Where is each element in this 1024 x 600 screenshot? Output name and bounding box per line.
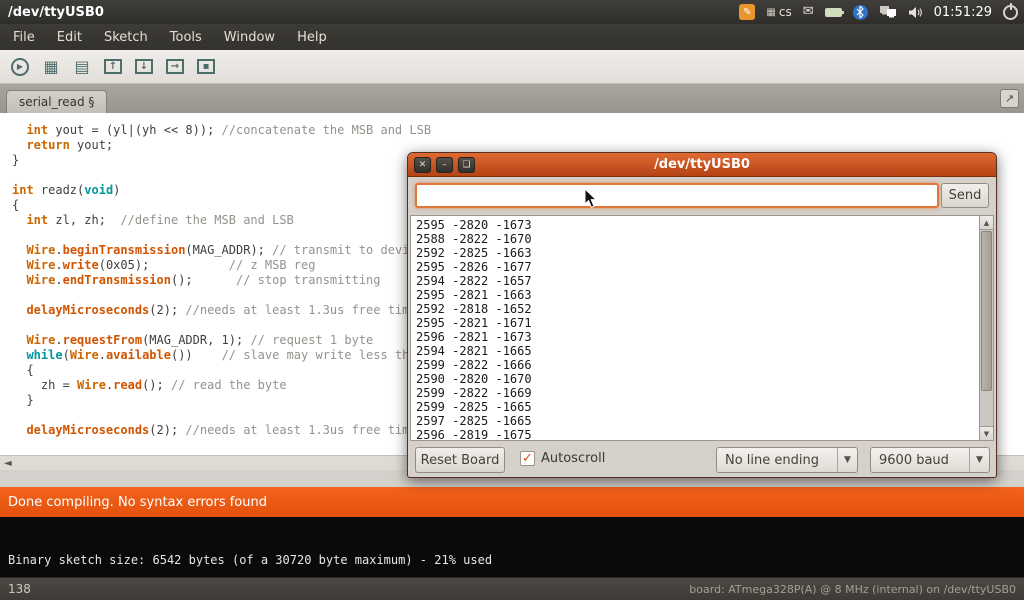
reset-board-button[interactable]: Reset Board bbox=[415, 447, 505, 473]
upload-icon: → bbox=[166, 59, 184, 74]
keyboard-layout-label: cs bbox=[779, 5, 792, 19]
stop-icon: ▦ bbox=[43, 59, 58, 75]
serial-controls: Reset Board ✓ Autoscroll No line ending … bbox=[408, 443, 996, 478]
scroll-down-icon[interactable]: ▼ bbox=[980, 426, 993, 440]
serial-line: 2599 -2825 -1665 bbox=[416, 400, 979, 414]
screen: /dev/ttyUSB0 ✎ ▦ cs ✉ 01:51:29 File Edit bbox=[0, 0, 1024, 600]
code-line: return yout; bbox=[12, 138, 1024, 153]
code-line: int yout = (yl|(yh << 8)); //concatenate… bbox=[12, 123, 1024, 138]
menu-sketch[interactable]: Sketch bbox=[95, 26, 157, 49]
line-ending-dropdown[interactable]: No line ending ▼ bbox=[716, 447, 858, 473]
stop-button[interactable]: ▦ bbox=[39, 55, 63, 79]
clock[interactable]: 01:51:29 bbox=[934, 5, 992, 20]
menu-file[interactable]: File bbox=[4, 26, 44, 49]
open-icon: ↑ bbox=[104, 59, 122, 74]
menu-tools[interactable]: Tools bbox=[161, 26, 211, 49]
minimize-button[interactable]: – bbox=[436, 157, 453, 173]
serial-send-input[interactable] bbox=[415, 183, 939, 208]
network-icon[interactable] bbox=[879, 5, 897, 19]
keyboard-indicator[interactable]: ▦ cs bbox=[766, 5, 791, 19]
new-file-icon: ▤ bbox=[74, 59, 89, 75]
serial-body: Send 2595 -2820 -16732588 -2822 -1670259… bbox=[408, 177, 996, 478]
autoscroll-label: Autoscroll bbox=[541, 451, 605, 466]
serial-line: 2596 -2821 -1673 bbox=[416, 330, 979, 344]
serial-monitor-icon: ▪ bbox=[197, 59, 215, 74]
line-ending-value: No line ending bbox=[717, 453, 837, 468]
autoscroll-control[interactable]: ✓ Autoscroll bbox=[520, 451, 605, 466]
serial-line: 2597 -2825 -1665 bbox=[416, 414, 979, 428]
scroll-thumb[interactable] bbox=[981, 231, 992, 391]
save-icon: ↓ bbox=[135, 59, 153, 74]
close-button[interactable]: ✕ bbox=[414, 157, 431, 173]
tab-serial-read[interactable]: serial_read § bbox=[6, 90, 107, 113]
console-output: Binary sketch size: 6542 bytes (of a 307… bbox=[0, 517, 1024, 567]
tab-bar: serial_read § ↗ bbox=[0, 84, 1024, 113]
baud-rate-value: 9600 baud bbox=[871, 453, 969, 468]
menu-window[interactable]: Window bbox=[215, 26, 284, 49]
menu-bar: File Edit Sketch Tools Window Help bbox=[0, 24, 1024, 50]
serial-line: 2592 -2818 -1652 bbox=[416, 302, 979, 316]
serial-output[interactable]: 2595 -2820 -16732588 -2822 -16702592 -28… bbox=[410, 215, 980, 441]
serial-line: 2596 -2819 -1675 bbox=[416, 428, 979, 441]
serial-scrollbar[interactable]: ▲ ▼ bbox=[979, 215, 994, 441]
new-sketch-button[interactable]: ▤ bbox=[70, 55, 94, 79]
send-button[interactable]: Send bbox=[941, 183, 989, 208]
toolbar: ▶ ▦ ▤ ↑ ↓ → ▪ bbox=[0, 50, 1024, 84]
mail-icon[interactable]: ✉ bbox=[803, 4, 814, 20]
serial-window-title: /dev/ttyUSB0 bbox=[408, 157, 996, 172]
keyboard-icon: ▦ bbox=[766, 7, 775, 18]
serial-line: 2590 -2820 -1670 bbox=[416, 372, 979, 386]
serial-line: 2595 -2826 -1677 bbox=[416, 260, 979, 274]
chevron-down-icon[interactable]: ▼ bbox=[837, 448, 857, 472]
serial-line: 2594 -2821 -1665 bbox=[416, 344, 979, 358]
baud-rate-dropdown[interactable]: 9600 baud ▼ bbox=[870, 447, 990, 473]
compile-status-bar: Done compiling. No syntax errors found bbox=[0, 487, 1024, 517]
line-number-indicator: 138 bbox=[0, 582, 31, 596]
maximize-button[interactable]: ❏ bbox=[458, 157, 475, 173]
compile-status-message: Done compiling. No syntax errors found bbox=[0, 495, 267, 510]
session-power-icon[interactable] bbox=[1003, 5, 1018, 20]
bluetooth-icon[interactable] bbox=[853, 5, 868, 20]
autoscroll-checkbox[interactable]: ✓ bbox=[520, 451, 535, 466]
window-controls: ✕ – ❏ bbox=[408, 157, 475, 173]
serial-line: 2599 -2822 -1669 bbox=[416, 386, 979, 400]
menu-help[interactable]: Help bbox=[288, 26, 336, 49]
scroll-left-arrow-icon[interactable]: ◄ bbox=[0, 458, 12, 469]
serial-monitor-button[interactable]: ▪ bbox=[194, 55, 218, 79]
notes-icon[interactable]: ✎ bbox=[739, 4, 755, 20]
save-button[interactable]: ↓ bbox=[132, 55, 156, 79]
top-panel: /dev/ttyUSB0 ✎ ▦ cs ✉ 01:51:29 bbox=[0, 0, 1024, 24]
serial-monitor-window: ✕ – ❏ /dev/ttyUSB0 Send 2595 -2820 -1673… bbox=[407, 152, 997, 478]
status-footer: 138 board: ATmega328P(A) @ 8 MHz (intern… bbox=[0, 577, 1024, 600]
system-tray: ✎ ▦ cs ✉ 01:51:29 bbox=[739, 4, 1024, 20]
serial-line: 2595 -2821 -1663 bbox=[416, 288, 979, 302]
scroll-up-icon[interactable]: ▲ bbox=[980, 216, 993, 230]
menu-edit[interactable]: Edit bbox=[48, 26, 91, 49]
volume-icon[interactable] bbox=[908, 6, 923, 19]
serial-line: 2595 -2820 -1673 bbox=[416, 218, 979, 232]
build-console: Binary sketch size: 6542 bytes (of a 307… bbox=[0, 517, 1024, 577]
tab-menu-button[interactable]: ↗ bbox=[1000, 89, 1019, 108]
board-info: board: ATmega328P(A) @ 8 MHz (internal) … bbox=[689, 583, 1024, 596]
tab-menu-icon: ↗ bbox=[1005, 92, 1014, 105]
upload-button[interactable]: → bbox=[163, 55, 187, 79]
battery-icon[interactable] bbox=[825, 8, 842, 17]
tab-label: serial_read § bbox=[19, 95, 94, 109]
chevron-down-icon[interactable]: ▼ bbox=[969, 448, 989, 472]
open-button[interactable]: ↑ bbox=[101, 55, 125, 79]
serial-line: 2594 -2822 -1657 bbox=[416, 274, 979, 288]
serial-line: 2595 -2821 -1671 bbox=[416, 316, 979, 330]
panel-window-title: /dev/ttyUSB0 bbox=[0, 5, 104, 20]
serial-line: 2599 -2822 -1666 bbox=[416, 358, 979, 372]
serial-line: 2588 -2822 -1670 bbox=[416, 232, 979, 246]
verify-button[interactable]: ▶ bbox=[8, 55, 32, 79]
verify-icon: ▶ bbox=[11, 58, 29, 76]
serial-line: 2592 -2825 -1663 bbox=[416, 246, 979, 260]
mouse-cursor bbox=[584, 188, 598, 209]
serial-titlebar[interactable]: ✕ – ❏ /dev/ttyUSB0 bbox=[408, 153, 996, 177]
